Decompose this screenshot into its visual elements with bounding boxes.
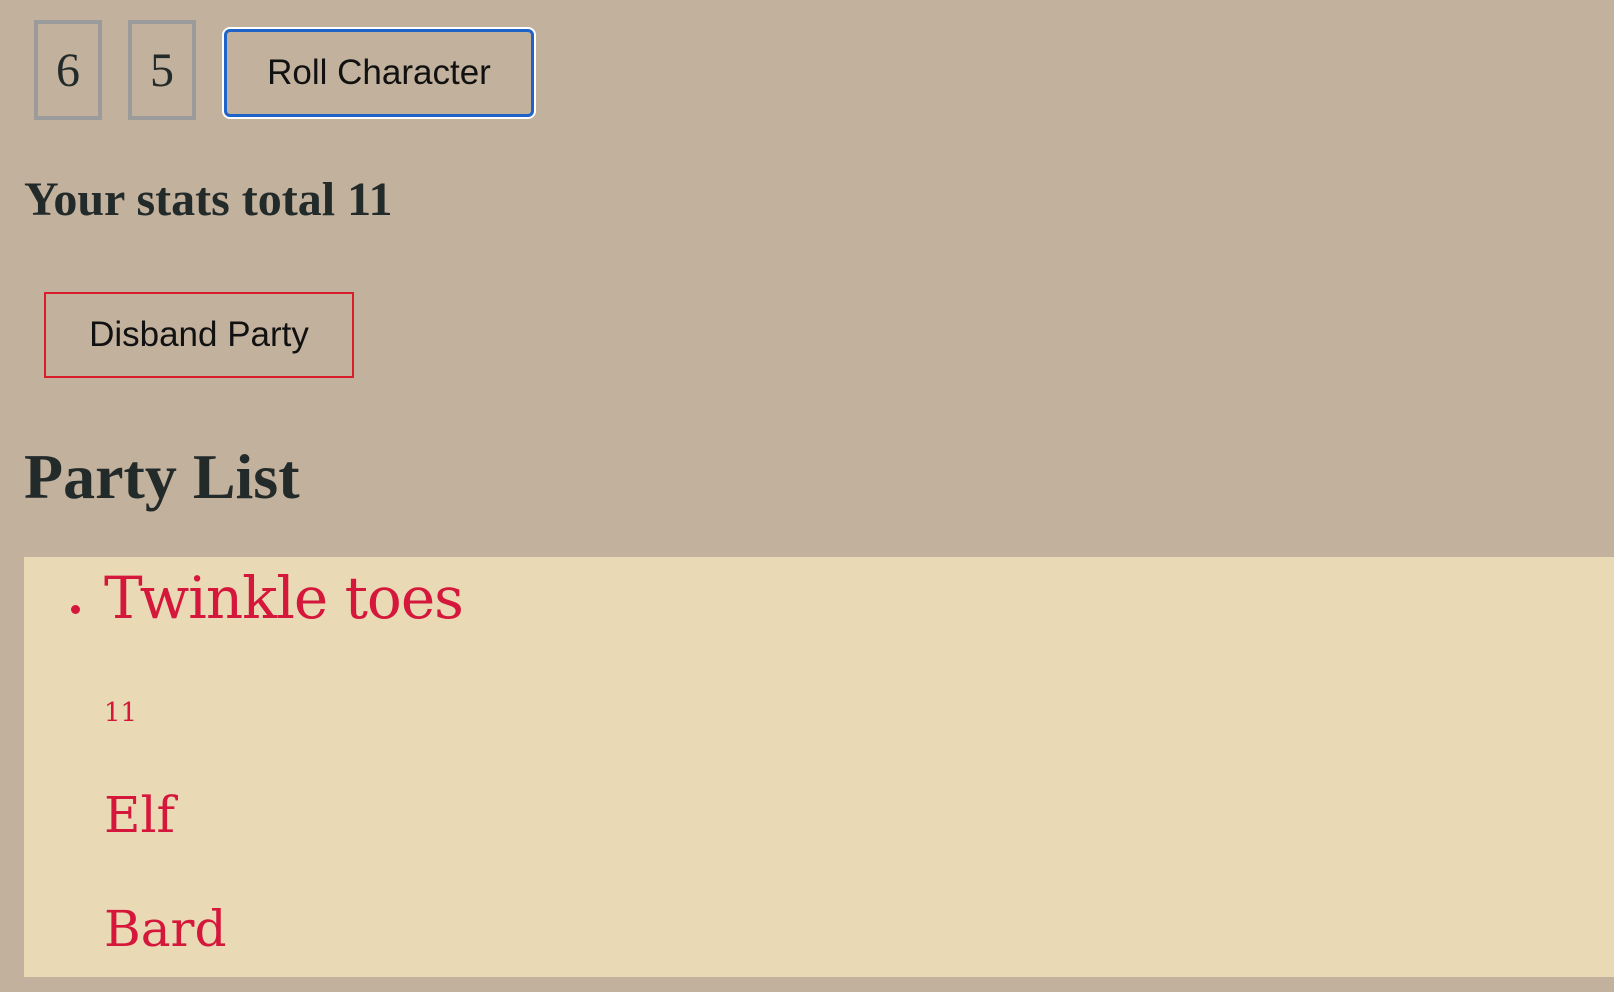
party-list: Twinkle toes 11 Elf Bard <box>24 557 1614 977</box>
party-list-heading: Party List <box>24 441 300 512</box>
stats-total-heading: Your stats total 11 <box>24 173 393 226</box>
die-2: 5 <box>128 20 196 120</box>
roll-character-button[interactable]: Roll Character <box>224 29 534 117</box>
member-stat-total: 11 <box>104 698 138 728</box>
member-race: Elf <box>104 786 175 844</box>
list-bullet-icon <box>71 605 80 614</box>
die-1: 6 <box>34 20 102 120</box>
party-member-item: Twinkle toes 11 Elf Bard <box>24 557 1614 977</box>
member-name: Twinkle toes <box>104 564 464 632</box>
dice-row: 6 5 Roll Character <box>34 20 534 120</box>
member-class: Bard <box>104 900 227 958</box>
disband-party-button[interactable]: Disband Party <box>44 292 354 378</box>
